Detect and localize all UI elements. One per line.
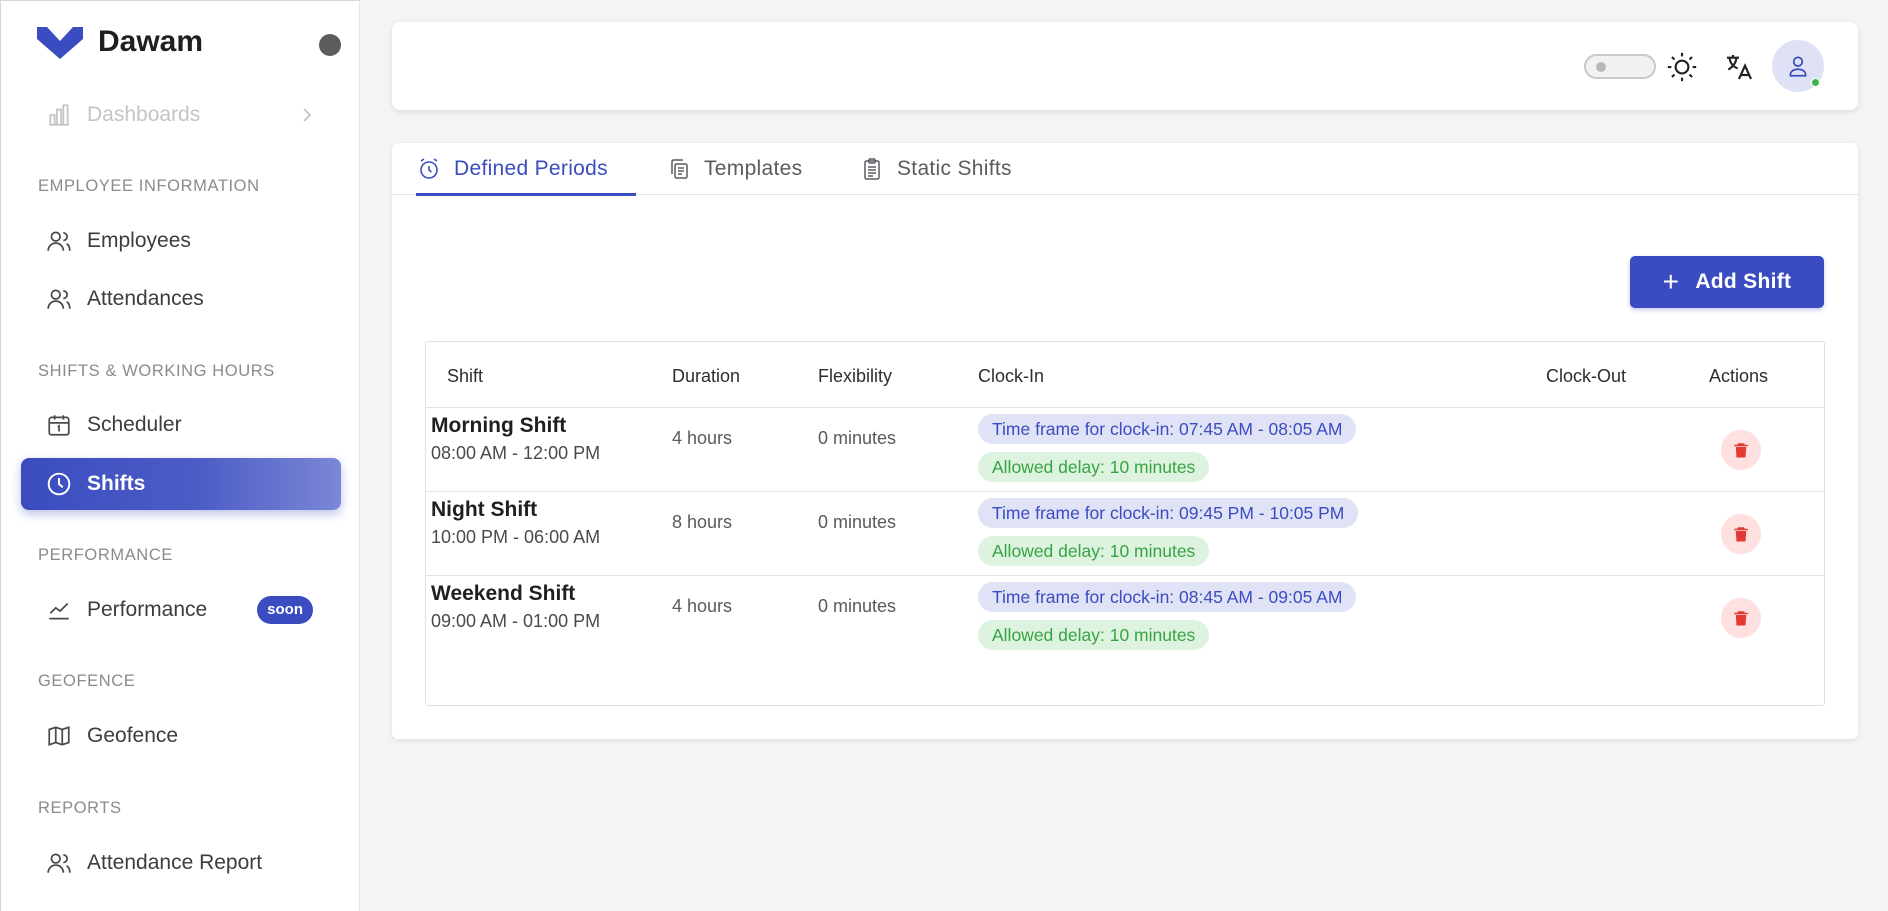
section-geofence: GEOFENCE	[38, 672, 136, 690]
toggle-knob	[1596, 62, 1606, 72]
section-shifts-working-hours: SHIFTS & WORKING HOURS	[38, 362, 275, 380]
section-performance: PERFORMANCE	[38, 546, 173, 564]
sidebar-item-geofence[interactable]: Geofence	[21, 710, 341, 762]
shift-time: 10:00 PM - 06:00 AM	[431, 527, 601, 547]
sidebar-item-label: Shifts	[87, 472, 146, 495]
user-icon	[1789, 56, 1807, 77]
tab-label: Static Shifts	[897, 157, 1012, 180]
column-header-actions: Actions	[1709, 366, 1769, 386]
section-employee-information: EMPLOYEE INFORMATION	[38, 177, 260, 195]
shift-duration: 8 hours	[672, 512, 733, 532]
sidebar-item-label: Performance	[87, 598, 208, 621]
clock-in-window-badge: Time frame for clock-in: 07:45 AM - 08:0…	[978, 414, 1357, 444]
tab-templates[interactable]: Templates	[666, 143, 802, 195]
copy-icon	[666, 156, 692, 182]
sidebar-toggle-button[interactable]	[319, 34, 341, 56]
column-header-flexibility: Flexibility	[818, 366, 893, 386]
column-header-clock-in: Clock-In	[978, 366, 1045, 386]
clipboard-icon	[859, 156, 885, 182]
delete-shift-button[interactable]	[1721, 514, 1761, 554]
allowed-delay-badge: Allowed delay: 10 minutes	[978, 452, 1210, 482]
shifts-table: Shift Duration Flexibility Clock-In Cloc…	[425, 341, 1825, 706]
sidebar-item-employees[interactable]: Employees	[21, 215, 341, 267]
sidebar-item-label: Attendance Report	[87, 851, 263, 874]
trash-icon	[1734, 527, 1748, 542]
calendar-icon	[45, 411, 73, 439]
users-icon	[45, 227, 73, 255]
tab-bar: Defined Periods Templates Static Shifts	[392, 143, 1858, 196]
sidebar-item-label: Attendances	[87, 287, 204, 310]
add-shift-label: Add Shift	[1695, 270, 1792, 293]
sidebar-item-scheduler[interactable]: Scheduler	[21, 399, 341, 451]
delete-shift-button[interactable]	[1721, 430, 1761, 470]
shift-duration: 4 hours	[672, 428, 733, 448]
users-icon	[45, 285, 73, 313]
online-status-dot	[1811, 78, 1820, 87]
shift-name: Night Shift	[431, 498, 538, 521]
theme-toggle[interactable]	[1584, 54, 1656, 79]
shift-flexibility: 0 minutes	[818, 428, 897, 448]
allowed-delay-badge: Allowed delay: 10 minutes	[978, 536, 1210, 566]
user-avatar-button[interactable]	[1772, 40, 1824, 92]
sidebar: Dawam Dashboards EMPLOYEE INFORMATION Em…	[0, 0, 360, 911]
clock-icon	[45, 470, 73, 498]
table-row: Weekend Shift 09:00 AM - 01:00 PM 4 hour…	[426, 576, 1824, 660]
clock-in-window-badge: Time frame for clock-in: 08:45 AM - 09:0…	[978, 582, 1357, 612]
sidebar-item-label: Employees	[87, 229, 191, 252]
tab-defined-periods[interactable]: Defined Periods	[416, 143, 636, 196]
section-reports: REPORTS	[38, 799, 122, 817]
clock-in-window-badge: Time frame for clock-in: 09:45 PM - 10:0…	[978, 498, 1359, 528]
tab-label: Defined Periods	[454, 157, 608, 180]
top-bar	[392, 22, 1858, 110]
sun-icon[interactable]	[1662, 47, 1702, 87]
shift-name: Weekend Shift	[431, 582, 576, 605]
column-header-clock-out: Clock-Out	[1546, 366, 1627, 386]
translate-icon[interactable]	[1719, 47, 1759, 87]
sidebar-item-label: Dashboards	[87, 103, 201, 126]
add-shift-button[interactable]: + Add Shift	[1630, 256, 1824, 308]
sidebar-item-attendance-report[interactable]: Attendance Report	[21, 837, 341, 889]
sidebar-item-attendances[interactable]: Attendances	[21, 273, 341, 325]
shift-flexibility: 0 minutes	[818, 512, 897, 532]
delete-shift-button[interactable]	[1721, 598, 1761, 638]
sidebar-item-label: Scheduler	[87, 413, 182, 436]
trend-line-icon	[45, 596, 73, 624]
sidebar-item-performance[interactable]: Performance soon	[21, 584, 341, 636]
sidebar-item-shifts[interactable]: Shifts	[21, 458, 341, 510]
plus-icon: +	[1662, 266, 1680, 297]
soon-badge: soon	[257, 596, 313, 624]
brand[interactable]: Dawam	[37, 25, 203, 59]
table-row: Night Shift 10:00 PM - 06:00 AM 8 hours …	[426, 492, 1824, 576]
table-row: Morning Shift 08:00 AM - 12:00 PM 4 hour…	[426, 408, 1824, 492]
tab-label: Templates	[704, 157, 803, 180]
column-header-duration: Duration	[672, 366, 741, 386]
sidebar-item-dashboards[interactable]: Dashboards	[21, 89, 341, 141]
chart-icon	[45, 101, 73, 129]
shift-time: 08:00 AM - 12:00 PM	[431, 443, 601, 463]
allowed-delay-badge: Allowed delay: 10 minutes	[978, 620, 1210, 650]
trash-icon	[1734, 611, 1748, 626]
column-header-shift: Shift	[447, 366, 484, 386]
shift-time: 09:00 AM - 01:00 PM	[431, 611, 601, 631]
map-icon	[45, 722, 73, 750]
sidebar-item-label: Geofence	[87, 724, 179, 747]
app-name: Dawam	[98, 25, 204, 58]
tab-static-shifts[interactable]: Static Shifts	[859, 143, 1012, 195]
users-icon	[45, 849, 73, 877]
chevron-right-icon	[303, 108, 312, 122]
shift-duration: 4 hours	[672, 596, 733, 616]
alarm-clock-icon	[416, 156, 442, 182]
dawam-logo	[37, 27, 83, 59]
shifts-card: Defined Periods Templates Static Shifts …	[392, 143, 1858, 739]
shift-name: Morning Shift	[431, 414, 567, 437]
shift-flexibility: 0 minutes	[818, 596, 897, 616]
trash-icon	[1734, 443, 1748, 458]
